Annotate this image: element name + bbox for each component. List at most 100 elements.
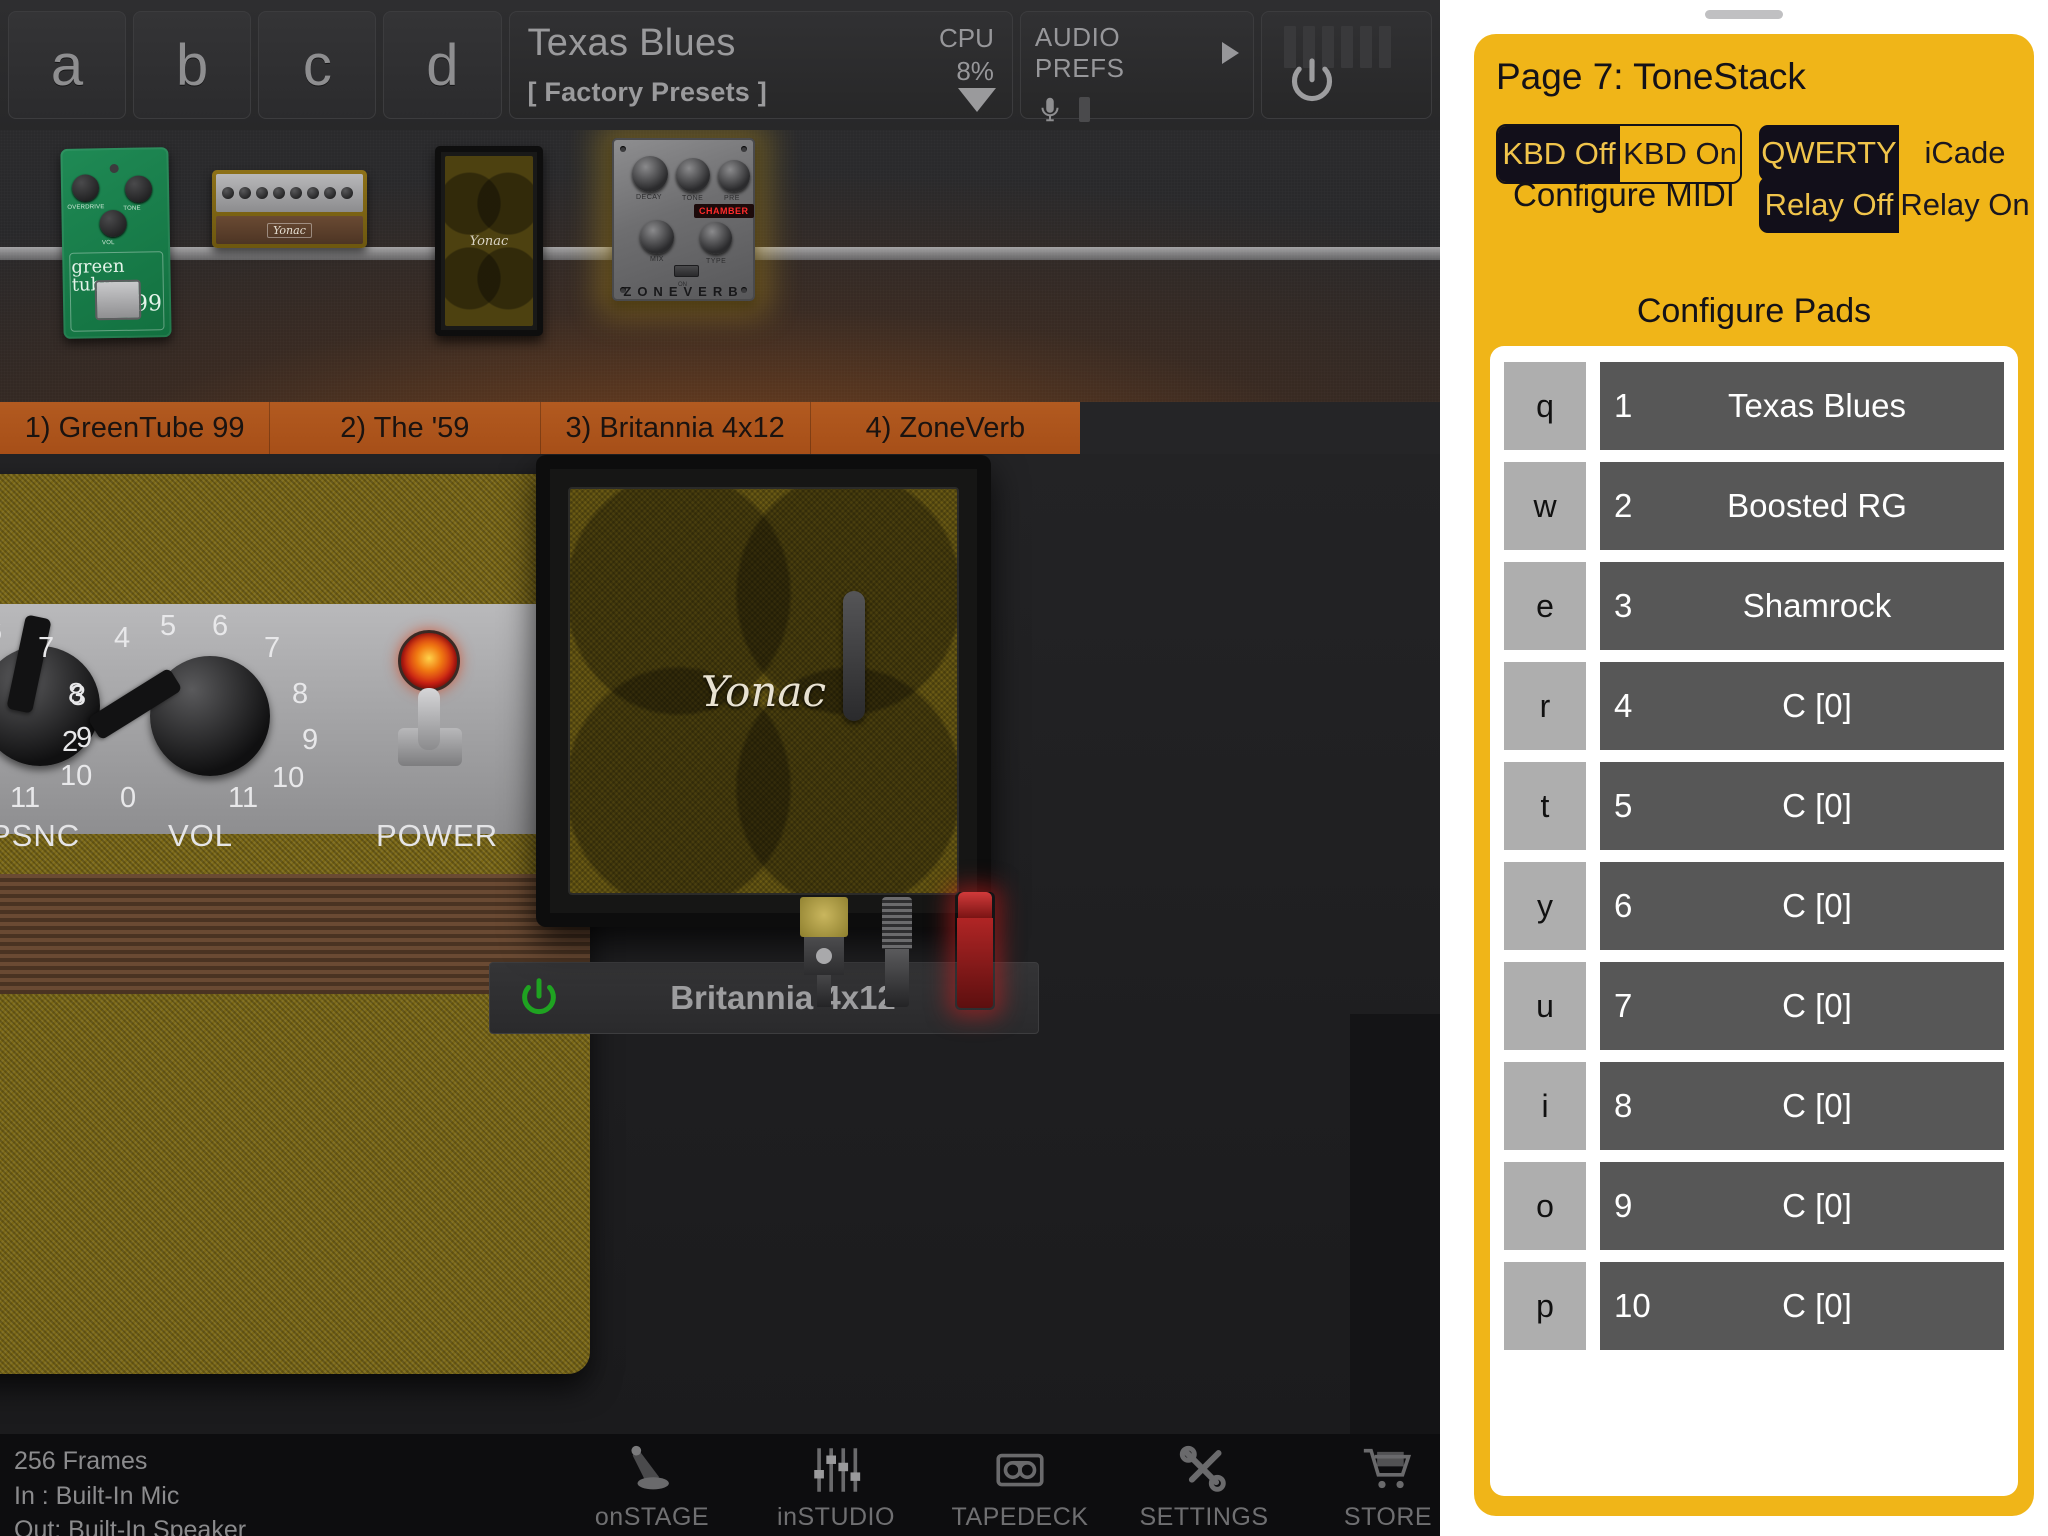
- pad-key[interactable]: o: [1504, 1162, 1586, 1250]
- output-device-status: Out: Built-In Speaker: [14, 1516, 247, 1536]
- preset-slot-a[interactable]: a: [8, 11, 127, 119]
- zoneverb-mix-knob[interactable]: [640, 220, 674, 254]
- zoneverb-on-switch[interactable]: [674, 265, 699, 277]
- preset-selector[interactable]: Texas Blues [ Factory Presets ] CPU 8%: [508, 11, 1013, 119]
- pedal-tone-label: TONE: [123, 205, 141, 212]
- pedal-led-icon: [109, 163, 119, 174]
- pad-value[interactable]: 9 C [0]: [1600, 1162, 2004, 1250]
- pad-key[interactable]: u: [1504, 962, 1586, 1050]
- tools-icon: [1175, 1441, 1233, 1499]
- zoneverb-decay-knob[interactable]: [632, 156, 668, 192]
- pad-value[interactable]: 6 C [0]: [1600, 862, 2004, 950]
- zoneverb-mix-label: MIX: [650, 256, 664, 263]
- status-readout: 256 Frames In : Built-In Mic Out: Built-…: [14, 1444, 246, 1536]
- chain-unit-greentube-99[interactable]: OVERDRIVE TONE VOL green tube 99: [60, 147, 172, 339]
- chain-label-1[interactable]: 1) GreenTube 99: [0, 402, 271, 454]
- chain-label-2[interactable]: 2) The '59: [270, 402, 541, 454]
- icade-button[interactable]: iCade: [1899, 125, 2031, 181]
- pedal-overdrive-knob[interactable]: [71, 174, 100, 202]
- chain-unit-zoneverb[interactable]: DECAY TONE PRE CHAMBER MIX TYPE ON ZONEV…: [612, 138, 755, 301]
- pad-key[interactable]: i: [1504, 1062, 1586, 1150]
- pad-key[interactable]: r: [1504, 662, 1586, 750]
- pedal-vol-knob[interactable]: [99, 209, 127, 238]
- relay-off-button[interactable]: Relay Off: [1759, 177, 1899, 233]
- tab-store-label: STORE: [1343, 1503, 1433, 1531]
- chain-label-4[interactable]: 4) ZoneVerb: [811, 402, 1080, 454]
- pad-key[interactable]: w: [1504, 462, 1586, 550]
- pad-value[interactable]: 4 C [0]: [1600, 662, 2004, 750]
- pad-row[interactable]: w 2 Boosted RG: [1504, 462, 2004, 550]
- pad-value[interactable]: 1 Texas Blues: [1600, 362, 2004, 450]
- pedal-overdrive-label: OVERDRIVE: [67, 204, 105, 211]
- tab-instudio[interactable]: inSTUDIO: [744, 1436, 928, 1536]
- tab-settings-label: SETTINGS: [1139, 1503, 1269, 1531]
- kbd-on-button[interactable]: KBD On: [1620, 126, 1740, 182]
- qwerty-button[interactable]: QWERTY: [1759, 125, 1899, 181]
- drag-handle[interactable]: [1705, 10, 1783, 19]
- audio-prefs-button[interactable]: AUDIO PREFS: [1019, 11, 1254, 162]
- pedal-footswitch[interactable]: [94, 279, 142, 321]
- configure-pads-heading: Configure Pads: [1636, 292, 1872, 330]
- power-icon[interactable]: [1284, 54, 1340, 110]
- pad-key[interactable]: q: [1504, 362, 1586, 450]
- pad-row[interactable]: o 9 C [0]: [1504, 1162, 2004, 1250]
- pad-key[interactable]: t: [1504, 762, 1586, 850]
- configure-midi-label[interactable]: Configure MIDI: [1504, 176, 1744, 214]
- zoneverb-tone-knob[interactable]: [676, 158, 710, 192]
- cabinet-large[interactable]: Yonac: [536, 455, 991, 927]
- chain-label-3[interactable]: 3) Britannia 4x12: [541, 402, 811, 454]
- master-power-panel[interactable]: [1260, 11, 1432, 119]
- preset-slot-c[interactable]: c: [258, 11, 377, 119]
- pad-row[interactable]: u 7 C [0]: [1504, 962, 2004, 1050]
- preset-slot-b[interactable]: b: [133, 11, 252, 119]
- zoneverb-type-knob[interactable]: [700, 222, 732, 254]
- audio-prefs-title: AUDIO PREFS: [1035, 22, 1239, 84]
- pad-row[interactable]: y 6 C [0]: [1504, 862, 2004, 950]
- pad-value[interactable]: 8 C [0]: [1600, 1062, 2004, 1150]
- bottom-bar: 256 Frames In : Built-In Mic Out: Built-…: [0, 1434, 1440, 1536]
- pad-row[interactable]: t 5 C [0]: [1504, 762, 2004, 850]
- tab-settings[interactable]: SETTINGS: [1112, 1436, 1296, 1536]
- pad-value[interactable]: 7 C [0]: [1600, 962, 2004, 1050]
- cabinet-power-icon[interactable]: [516, 975, 562, 1021]
- pad-value[interactable]: 5 C [0]: [1600, 762, 2004, 850]
- tab-onstage[interactable]: onSTAGE: [560, 1436, 744, 1536]
- relay-on-button[interactable]: Relay On: [1899, 177, 2031, 233]
- zoneverb-tone-label: TONE: [682, 195, 704, 202]
- pad-row[interactable]: i 8 C [0]: [1504, 1062, 2004, 1150]
- power-toggle-switch[interactable]: [418, 688, 440, 750]
- page-title: Page 7: ToneStack: [1496, 56, 1806, 97]
- preset-slot-a-label: a: [50, 32, 84, 98]
- mic-option-pencil[interactable]: [880, 897, 914, 1007]
- kbd-off-button[interactable]: KBD Off: [1498, 126, 1620, 182]
- pad-value[interactable]: 10 C [0]: [1600, 1262, 2004, 1350]
- mic-option-condenser[interactable]: [800, 897, 848, 1007]
- tab-tapedeck[interactable]: TAPEDECK: [928, 1436, 1112, 1536]
- chain-unit-the-59[interactable]: Yonac: [212, 170, 367, 248]
- cabinet-logo: Yonac: [701, 667, 826, 716]
- zoneverb-pre-knob[interactable]: [718, 160, 750, 192]
- microphone-on-cab-icon[interactable]: [843, 591, 865, 721]
- pad-value[interactable]: 2 Boosted RG: [1600, 462, 2004, 550]
- pad-key[interactable]: e: [1504, 562, 1586, 650]
- pad-name: C [0]: [1782, 1087, 1852, 1124]
- zoneverb-decay-label: DECAY: [636, 194, 663, 201]
- chain-unit-britannia-4x12[interactable]: Yonac: [435, 146, 543, 336]
- pad-row[interactable]: e 3 Shamrock: [1504, 562, 2004, 650]
- pad-value[interactable]: 3 Shamrock: [1600, 562, 2004, 650]
- pad-key[interactable]: p: [1504, 1262, 1586, 1350]
- mic-option-dynamic-selected[interactable]: [955, 892, 995, 1010]
- pad-number: 10: [1614, 1287, 1651, 1324]
- pad-row[interactable]: r 4 C [0]: [1504, 662, 2004, 750]
- pad-key[interactable]: y: [1504, 862, 1586, 950]
- pad-row[interactable]: q 1 Texas Blues: [1504, 362, 2004, 450]
- chevron-down-icon[interactable]: [957, 88, 996, 112]
- pad-name: C [0]: [1782, 787, 1852, 824]
- pad-number: 3: [1614, 587, 1633, 624]
- preset-name: Texas Blues: [527, 22, 736, 64]
- pad-row[interactable]: p 10 C [0]: [1504, 1262, 2004, 1350]
- preset-slot-d[interactable]: d: [383, 11, 502, 119]
- input-device-status: In : Built-In Mic: [14, 1481, 180, 1510]
- pedal-tone-knob[interactable]: [124, 175, 153, 203]
- tab-store[interactable]: STORE: [1296, 1436, 1440, 1536]
